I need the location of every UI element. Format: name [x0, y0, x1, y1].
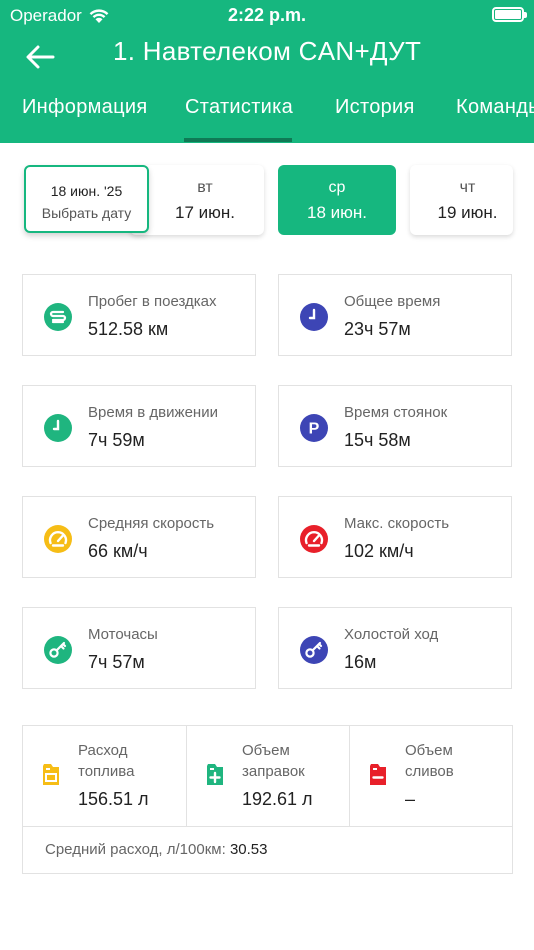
speedometer-icon — [300, 525, 328, 553]
stat-value: 23ч 57м — [344, 319, 411, 339]
status-bar: Operador 2:22 p.m. — [0, 0, 534, 30]
tab-statistics[interactable]: Статистика — [185, 96, 293, 119]
fuel-canister-icon — [43, 764, 59, 785]
fuel-canister-minus-icon — [370, 764, 386, 785]
clock-icon — [300, 303, 328, 331]
engine-key-icon — [44, 636, 72, 664]
app-header: Operador 2:22 p.m. 1. Навтелеком CAN+ДУТ… — [0, 0, 534, 143]
date-picker-button[interactable]: 18 июн. '25 Выбрать дату — [24, 165, 149, 233]
stat-value: 102 км/ч — [344, 541, 414, 561]
avg-consumption-label: Средний расход, л/100км: — [45, 841, 226, 858]
stat-avg-speed: Средняя скорость 66 км/ч — [22, 496, 256, 578]
stat-value: 16м — [344, 652, 377, 672]
fuel-label: Расход топлива — [78, 742, 135, 780]
stat-label: Общее время — [344, 293, 441, 310]
day-wed[interactable]: ср 18 июн. — [278, 165, 396, 235]
page-title: 1. Навтелеком CAN+ДУТ — [113, 36, 422, 66]
clock-icon — [44, 414, 72, 442]
fuel-value: – — [405, 789, 416, 809]
stat-parking-time: P Время стоянок 15ч 58м — [278, 385, 512, 467]
day-weekday: вт — [197, 179, 213, 196]
date-picker-date: 18 июн. '25 — [50, 183, 123, 199]
stat-label: Макс. скорость — [344, 515, 450, 532]
stat-value: 15ч 58м — [344, 430, 411, 450]
stat-value: 512.58 км — [88, 319, 169, 339]
stat-value: 7ч 57м — [88, 652, 145, 672]
tab-commands[interactable]: Команды — [456, 96, 534, 119]
day-date: 18 июн. — [307, 203, 367, 222]
day-date: 17 июн. — [175, 203, 235, 222]
fuel-label: Объем сливов — [405, 742, 454, 780]
stat-label: Время стоянок — [344, 404, 448, 421]
tab-info[interactable]: Информация — [22, 96, 147, 119]
tab-history[interactable]: История — [335, 96, 415, 119]
stat-engine-hours: Моточасы 7ч 57м — [22, 607, 256, 689]
stat-label: Моточасы — [88, 626, 158, 643]
tab-indicator — [184, 138, 292, 142]
stat-total-time: Общее время 23ч 57м — [278, 274, 512, 356]
status-time: 2:22 p.m. — [227, 5, 307, 25]
stat-trip-mileage: Пробег в поездках 512.58 км — [22, 274, 256, 356]
day-weekday: ср — [328, 179, 346, 196]
svg-text:P: P — [309, 421, 320, 438]
arrow-left-icon[interactable] — [24, 42, 56, 72]
fuel-label: Объем заправок — [242, 742, 305, 780]
day-date: 19 июн. — [437, 203, 498, 222]
battery-icon — [492, 7, 527, 22]
divider — [23, 826, 512, 827]
engine-key-icon — [300, 636, 328, 664]
fuel-summary: Расход топлива 156.51 л Объем заправок 1… — [22, 725, 513, 874]
stat-max-speed: Макс. скорость 102 км/ч — [278, 496, 512, 578]
tab-bar: Информация Статистика История Команды — [0, 86, 534, 143]
stat-label: Холостой ход — [344, 626, 439, 643]
stat-idle: Холостой ход 16м — [278, 607, 512, 689]
day-tue[interactable]: вт 17 июн. — [130, 165, 264, 235]
stat-label: Пробег в поездках — [88, 293, 217, 310]
stat-label: Время в движении — [88, 404, 218, 421]
avg-consumption: Средний расход, л/100км: 30.53 — [45, 841, 267, 858]
speedometer-icon — [44, 525, 72, 553]
avg-consumption-value: 30.53 — [229, 841, 268, 858]
date-picker-label: Выбрать дату — [41, 205, 132, 221]
day-thu[interactable]: чт 19 июн. — [410, 165, 513, 235]
stat-value: 7ч 59м — [88, 430, 145, 450]
stat-label: Средняя скорость — [88, 515, 215, 532]
stat-value: 66 км/ч — [88, 541, 148, 561]
fuel-consumption: Расход топлива 156.51 л — [23, 726, 186, 826]
road-icon — [44, 303, 72, 331]
fuel-value: 156.51 л — [78, 789, 149, 809]
stat-moving-time: Время в движении 7ч 59м — [22, 385, 256, 467]
day-weekday: чт — [459, 179, 476, 196]
fuel-refills: Объем заправок 192.61 л — [186, 726, 349, 826]
fuel-canister-plus-icon — [207, 764, 223, 785]
parking-icon: P — [300, 414, 328, 442]
fuel-value: 192.61 л — [242, 789, 313, 809]
fuel-drains: Объем сливов – — [349, 726, 512, 826]
